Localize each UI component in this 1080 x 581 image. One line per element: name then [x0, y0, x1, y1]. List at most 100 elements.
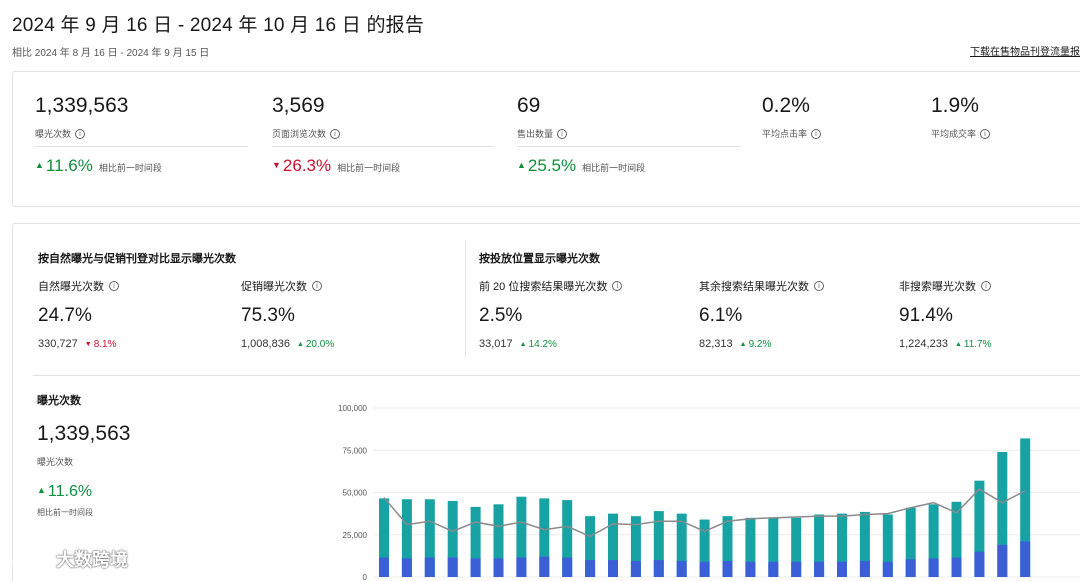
- kpi-label: 售出数量: [517, 129, 554, 139]
- y-tick-label: 25,000: [343, 531, 368, 540]
- impressions-breakdown-card: 按自然曝光与促销刊登对比显示曝光次数 自然曝光次数 i 24.7% 330,727…: [12, 223, 1080, 581]
- kpi-value: 3,569: [272, 94, 325, 117]
- kpi-change: ▲ 11.6%: [35, 156, 93, 175]
- watermark-text: 大数跨境: [56, 550, 128, 570]
- impressions-summary: 曝光次数 1,339,563 曝光次数 ▲ 11.6% 相比前一时间段: [37, 392, 130, 518]
- metric-other-search: 其余搜索结果曝光次数 i 6.1% 82,313 ▲ 9.2%: [699, 278, 824, 350]
- kpi-change-note: 相比前一时间段: [98, 163, 162, 173]
- metric-change: ▲ 11.7%: [954, 339, 992, 350]
- bar-segment: [928, 558, 939, 577]
- bar-segment: [516, 557, 527, 577]
- bar-segment: [951, 557, 962, 577]
- organic-vs-promoted-title: 按自然曝光与促销刊登对比显示曝光次数: [38, 253, 236, 265]
- kpi-change: ▲ 25.5%: [517, 156, 577, 175]
- metric-value: 91.4%: [899, 305, 953, 326]
- arrow-down-icon: ▼: [272, 160, 281, 170]
- info-icon[interactable]: i: [330, 128, 341, 139]
- kpi-change-note: 相比前一时间段: [337, 163, 401, 173]
- bar-segment: [608, 560, 618, 577]
- y-tick-label: 75,000: [343, 446, 368, 455]
- bar-segment: [699, 561, 710, 577]
- metric-value: 2.5%: [479, 305, 523, 326]
- metric-value: 24.7%: [38, 305, 92, 326]
- kpi-avg-ctr: 0.2% 平均点击率 i: [762, 94, 822, 140]
- bar-segment: [837, 561, 847, 577]
- metric-change: ▼ 8.1%: [84, 339, 117, 350]
- metric-count: 330,727: [38, 338, 78, 350]
- comparison-period: 相比 2024 年 8 月 16 日 - 2024 年 9 月 15 日: [12, 48, 210, 59]
- bar-segment: [745, 561, 756, 577]
- kpi-value: 69: [517, 94, 541, 117]
- impressions-title: 曝光次数: [37, 395, 81, 407]
- kpi-impressions: 1,339,563 曝光次数 i ▲ 11.6% 相比前一时间段: [35, 94, 248, 176]
- arrow-up-icon: ▲: [739, 341, 747, 348]
- kpi-change-note: 相比前一时间段: [582, 163, 646, 173]
- kpi-change: ▼ 26.3%: [272, 156, 332, 175]
- metric-change: ▲ 14.2%: [519, 339, 557, 350]
- arrow-up-icon: ▲: [296, 341, 304, 348]
- metric-value: 75.3%: [241, 305, 295, 326]
- bar-segment: [653, 560, 664, 577]
- metric-label: 其余搜索结果曝光次数: [699, 281, 809, 293]
- metric-top-20-search: 前 20 位搜索结果曝光次数 i 2.5% 33,017 ▲ 14.2%: [479, 278, 623, 350]
- bar-segment: [562, 557, 573, 577]
- metric-value: 6.1%: [699, 305, 743, 326]
- bar-segment: [676, 560, 687, 577]
- bar-segment: [630, 560, 641, 577]
- kpi-label: 页面浏览次数: [272, 129, 327, 139]
- info-icon[interactable]: i: [557, 128, 568, 139]
- metric-change: ▲ 20.0%: [296, 339, 335, 350]
- bar-segment: [791, 561, 802, 577]
- bar-segment: [493, 558, 504, 577]
- bar-segment: [814, 561, 825, 577]
- arrow-up-icon: ▲: [517, 160, 526, 170]
- arrow-up-icon: ▲: [35, 160, 44, 170]
- bar-segment: [424, 557, 435, 577]
- kpi-label: 平均成交率: [931, 129, 977, 139]
- bar-segment: [447, 557, 458, 577]
- metric-label: 前 20 位搜索结果曝光次数: [479, 281, 608, 293]
- kpi-label: 曝光次数: [35, 129, 72, 139]
- bar-segment: [379, 557, 389, 577]
- section-divider: [465, 240, 466, 357]
- watermark-logo-icon: [12, 551, 47, 567]
- info-icon[interactable]: i: [612, 281, 623, 291]
- arrow-up-icon: ▲: [37, 485, 46, 495]
- report-header: 2024 年 9 月 16 日 - 2024 年 10 月 16 日 的报告 相…: [12, 10, 1080, 59]
- divider: [33, 375, 1080, 376]
- metric-count: 82,313: [699, 338, 733, 350]
- bar-segment: [974, 551, 985, 577]
- bar-segment: [401, 558, 412, 577]
- divider: [272, 146, 494, 147]
- metric-count: 33,017: [479, 338, 513, 350]
- bar-segment: [768, 561, 779, 577]
- y-tick-label: 0: [363, 573, 368, 581]
- metric-non-search: 非搜索曝光次数 i 91.4% 1,224,233 ▲ 11.7%: [899, 278, 992, 350]
- bar-segment: [905, 559, 916, 577]
- kpi-value: 0.2%: [762, 94, 810, 117]
- impressions-label: 曝光次数: [37, 457, 74, 467]
- kpi-value: 1.9%: [931, 94, 979, 117]
- kpi-page-views: 3,569 页面浏览次数 i ▼ 26.3% 相比前一时间段: [272, 94, 494, 176]
- info-icon[interactable]: i: [980, 128, 991, 139]
- info-icon[interactable]: i: [109, 281, 119, 291]
- bar-segment: [470, 558, 481, 577]
- bar-segment: [859, 560, 870, 577]
- arrow-up-icon: ▲: [954, 341, 962, 348]
- kpi-avg-conversion: 1.9% 平均成交率 i: [931, 94, 991, 140]
- bar-segment: [997, 544, 1008, 577]
- metric-count: 1,224,233: [899, 338, 948, 350]
- metric-count: 1,008,836: [241, 338, 290, 350]
- divider: [517, 146, 740, 147]
- y-tick-label: 100,000: [338, 404, 367, 413]
- info-icon[interactable]: i: [312, 281, 322, 291]
- bar-segment: [722, 560, 733, 577]
- info-icon[interactable]: i: [75, 128, 86, 139]
- info-icon[interactable]: i: [811, 128, 822, 139]
- bar-segment: [882, 561, 893, 577]
- info-icon[interactable]: i: [814, 281, 824, 291]
- kpi-summary-card: 1,339,563 曝光次数 i ▲ 11.6% 相比前一时间段 3,569 页面浏…: [12, 71, 1080, 207]
- info-icon[interactable]: i: [981, 281, 991, 291]
- download-report-link[interactable]: 下载在售物品刊登流量报: [970, 43, 1080, 58]
- y-tick-label: 50,000: [343, 489, 368, 498]
